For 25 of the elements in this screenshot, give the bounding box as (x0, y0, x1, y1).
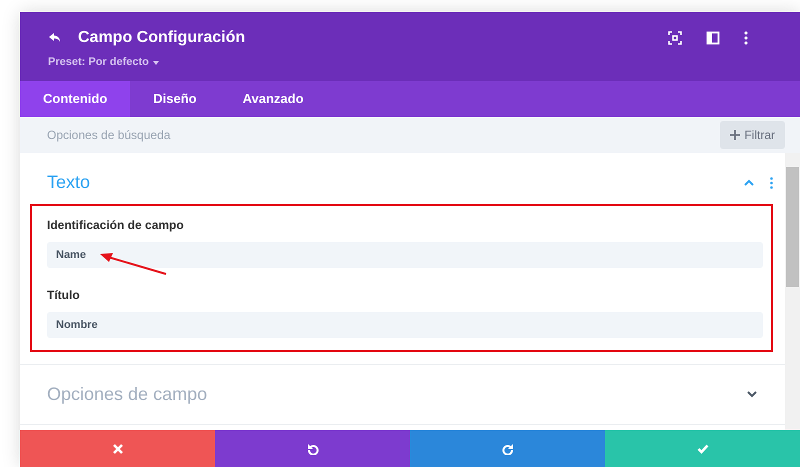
text-field[interactable]: Name (47, 242, 763, 268)
tab[interactable]: Contenido (20, 81, 130, 117)
plus-icon (730, 130, 740, 140)
text-field[interactable]: Nombre (47, 312, 763, 338)
sidebar-icon[interactable] (706, 31, 720, 45)
preset-selector[interactable]: Preset: Por defecto (48, 54, 149, 70)
focus-icon[interactable] (668, 31, 682, 45)
panel-title: Campo Configuración (78, 28, 246, 48)
caret-icon[interactable] (152, 60, 159, 65)
field-label: Título (47, 287, 81, 304)
more-icon[interactable] (744, 31, 748, 45)
scrollbar[interactable] (785, 153, 800, 430)
search-field[interactable]: Opciones de búsqueda Filtrar (20, 117, 800, 153)
collapse-icon[interactable] (744, 179, 754, 186)
undo-icon (306, 442, 318, 454)
tab[interactable]: Avanzado (220, 81, 327, 117)
tab[interactable]: Diseño (130, 81, 220, 117)
filter-button[interactable]: Filtrar (720, 121, 785, 149)
close-icon (112, 442, 124, 454)
check-icon (696, 442, 708, 454)
expand-icon[interactable] (747, 391, 757, 398)
field-label: Identificación de campo (47, 217, 185, 234)
section-title[interactable]: Texto (47, 169, 90, 196)
annotation-arrow (98, 252, 168, 276)
redo-icon (502, 442, 514, 454)
